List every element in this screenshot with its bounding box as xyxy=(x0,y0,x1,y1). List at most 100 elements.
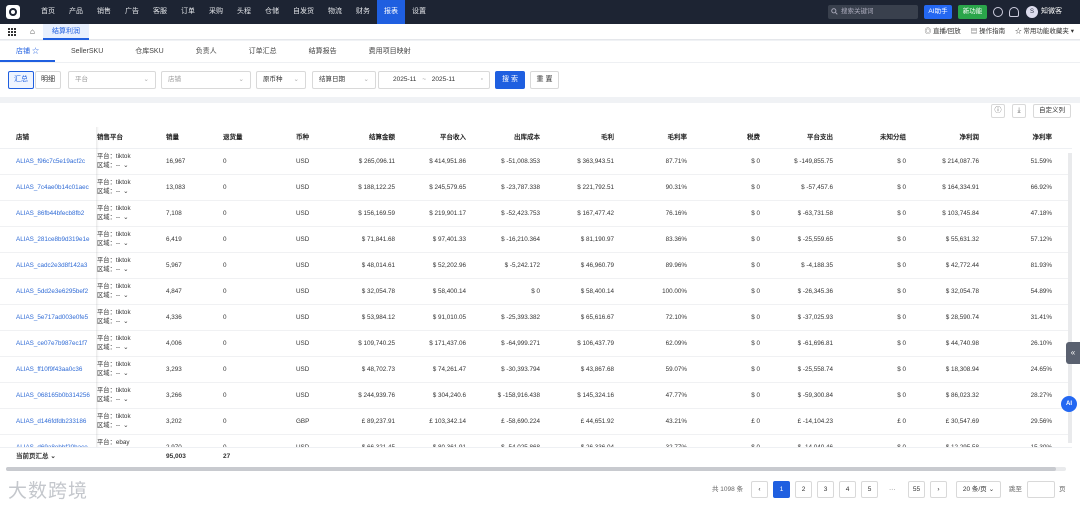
column-header[interactable]: 销量 xyxy=(166,127,179,149)
new-features-button[interactable]: 新功能 xyxy=(958,5,987,19)
date-range-picker[interactable]: 2025-11 ~ 2025-11 ▫ xyxy=(378,71,490,89)
store-link[interactable]: ALIAS_ff10f9f43aa0c36 xyxy=(16,363,82,377)
column-header[interactable]: 结算金额 xyxy=(369,127,395,149)
currency-select[interactable]: 原币种 ⌄ xyxy=(256,71,306,89)
chevron-down-icon[interactable]: ⌄ xyxy=(50,453,55,460)
column-header[interactable]: 出库成本 xyxy=(514,127,540,149)
ai-assistant-button[interactable]: AI助手 xyxy=(924,5,952,19)
chevron-down-icon[interactable]: ⌄ xyxy=(123,344,128,351)
download-icon[interactable]: ⤓ xyxy=(1012,104,1026,118)
horizontal-scrollbar[interactable] xyxy=(6,467,1066,471)
live-replay-link[interactable]: ◎ 直播/回放 xyxy=(925,24,961,40)
store-link[interactable]: ALIAS_cadc2e3d8f142a3 xyxy=(16,259,87,273)
chevron-down-icon[interactable]: ⌄ xyxy=(123,266,128,273)
column-header[interactable]: 平台支出 xyxy=(807,127,833,149)
download-icon[interactable] xyxy=(993,7,1003,17)
custom-columns-button[interactable]: 自定义列 xyxy=(1033,104,1071,118)
column-header[interactable]: 毛利率 xyxy=(668,127,688,149)
chevron-down-icon[interactable]: ⌄ xyxy=(123,396,128,403)
subtab[interactable]: 店铺 ☆ xyxy=(0,41,55,62)
page-button[interactable]: 3 xyxy=(817,481,834,498)
prev-page-button[interactable]: ‹ xyxy=(751,481,768,498)
search-button[interactable]: 搜 索 xyxy=(495,71,525,89)
store-link[interactable]: ALIAS_7c4ae0b14c01aec xyxy=(16,181,89,195)
next-page-button[interactable]: › xyxy=(930,481,947,498)
user-name[interactable]: 知微客 xyxy=(1041,0,1062,24)
home-icon[interactable]: ⌂ xyxy=(30,27,35,36)
region-line[interactable]: 区域：--⌄ xyxy=(97,291,131,300)
column-header[interactable]: 店铺 xyxy=(16,127,29,149)
column-header[interactable]: 未知分组 xyxy=(880,127,906,149)
nav-item[interactable]: 订单 xyxy=(174,0,202,24)
store-link[interactable]: ALIAS_281ce8b9d319e1e xyxy=(16,233,90,247)
region-line[interactable]: 区域：--⌄ xyxy=(97,421,131,430)
ai-float-button[interactable]: AI xyxy=(1061,396,1077,412)
chevron-down-icon[interactable]: ⌄ xyxy=(123,422,128,429)
nav-item[interactable]: 自发货 xyxy=(286,0,321,24)
store-link[interactable]: ALIAS_ce07e7b987ec1f7 xyxy=(16,337,87,351)
subtab[interactable]: SellerSKU xyxy=(55,41,119,62)
subtab[interactable]: 仓库SKU xyxy=(119,41,179,62)
summary-toggle[interactable]: 汇总 xyxy=(8,71,34,89)
region-line[interactable]: 区域：--⌄ xyxy=(97,187,131,196)
column-header[interactable]: 平台收入 xyxy=(440,127,466,149)
chevron-down-icon[interactable]: ⌄ xyxy=(123,318,128,325)
page-size-select[interactable]: 20 条/页 ⌄ xyxy=(956,481,1001,498)
column-header[interactable]: 销售平台 xyxy=(97,127,123,149)
date-type-select[interactable]: 结算日期 ⌄ xyxy=(312,71,376,89)
region-line[interactable]: 区域：--⌄ xyxy=(97,395,131,404)
last-page-button[interactable]: 55 xyxy=(908,481,925,498)
chevron-down-icon[interactable]: ⌄ xyxy=(123,240,128,247)
column-header[interactable]: 净利润 xyxy=(960,127,980,149)
avatar[interactable]: S xyxy=(1026,6,1038,18)
page-button[interactable]: 5 xyxy=(861,481,878,498)
apps-grid-icon[interactable] xyxy=(8,28,16,36)
info-icon[interactable]: ⓘ xyxy=(991,104,1005,118)
nav-item[interactable]: 销售 xyxy=(90,0,118,24)
nav-item[interactable]: 首页 xyxy=(34,0,62,24)
store-select[interactable]: 店铺 ⌄ xyxy=(161,71,251,89)
store-link[interactable]: ALIAS_f96c7c5e19acf2c xyxy=(16,155,85,169)
nav-item[interactable]: 财务 xyxy=(349,0,377,24)
store-link[interactable]: ALIAS_068165b0b314256 xyxy=(16,389,90,403)
favorites-link[interactable]: ☆ 常用功能收藏夹 ▾ xyxy=(1015,24,1074,40)
store-link[interactable]: ALIAS_5dd2e3e6295bef2 xyxy=(16,285,88,299)
chevron-down-icon[interactable]: ⌄ xyxy=(123,292,128,299)
store-link[interactable]: ALIAS_d146fdfdb233186 xyxy=(16,415,86,429)
reset-button[interactable]: 重 置 xyxy=(530,71,559,89)
chevron-down-icon[interactable]: ⌄ xyxy=(123,370,128,377)
nav-item[interactable]: 设置 xyxy=(405,0,433,24)
store-link[interactable]: ALIAS_86fb44bfecb8fb2 xyxy=(16,207,84,221)
store-link[interactable]: ALIAS_5e717ad003e0fe5 xyxy=(16,311,88,325)
nav-item[interactable]: 物流 xyxy=(321,0,349,24)
nav-item[interactable]: 客服 xyxy=(146,0,174,24)
detail-toggle[interactable]: 明细 xyxy=(35,71,61,89)
nav-item[interactable]: 报表 xyxy=(377,0,405,24)
app-logo-icon[interactable] xyxy=(6,5,20,19)
guide-link[interactable]: ▤ 操作指南 xyxy=(971,24,1005,40)
goto-page-input[interactable] xyxy=(1027,481,1055,498)
column-header[interactable]: 税费 xyxy=(747,127,760,149)
subtab[interactable]: 结算报告 xyxy=(293,41,353,62)
nav-item[interactable]: 仓储 xyxy=(258,0,286,24)
region-line[interactable]: 区域：--⌄ xyxy=(97,343,131,352)
nav-item[interactable]: 头程 xyxy=(230,0,258,24)
chevron-down-icon[interactable]: ⌄ xyxy=(123,162,128,169)
collapse-panel-icon[interactable]: « xyxy=(1066,342,1080,364)
chevron-down-icon[interactable]: ⌄ xyxy=(123,214,128,221)
chevron-down-icon[interactable]: ⌄ xyxy=(123,188,128,195)
nav-item[interactable]: 广告 xyxy=(118,0,146,24)
region-line[interactable]: 区域：--⌄ xyxy=(97,317,131,326)
subtab[interactable]: 订单汇总 xyxy=(233,41,293,62)
column-header[interactable]: 币种 xyxy=(296,127,309,149)
page-button[interactable]: 2 xyxy=(795,481,812,498)
page-button[interactable]: 1 xyxy=(773,481,790,498)
tab-settlement-profit[interactable]: 结算利润 xyxy=(43,24,89,40)
platform-select[interactable]: 平台 ⌄ xyxy=(68,71,156,89)
column-header[interactable]: 退货量 xyxy=(223,127,243,149)
column-header[interactable]: 净利率 xyxy=(1033,127,1053,149)
headset-icon[interactable] xyxy=(1009,7,1019,17)
nav-item[interactable]: 采购 xyxy=(202,0,230,24)
region-line[interactable]: 区域：--⌄ xyxy=(97,369,131,378)
region-line[interactable]: 区域：--⌄ xyxy=(97,161,131,170)
